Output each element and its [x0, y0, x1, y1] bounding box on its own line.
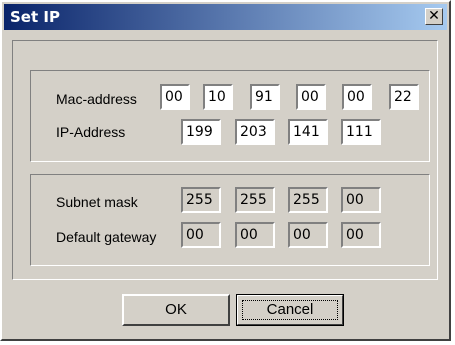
mac-octet-5[interactable]: 00 — [342, 84, 372, 110]
ip-octet-2[interactable]: 203 — [235, 119, 275, 145]
ip-address-label: IP-Address — [56, 124, 126, 140]
gateway-octet-2: 00 — [235, 222, 275, 248]
ok-button[interactable]: OK — [122, 294, 230, 326]
subnet-octet-1: 255 — [181, 187, 221, 213]
ip-octet-1[interactable]: 199 — [181, 119, 221, 145]
subnet-mask-label: Subnet mask — [56, 194, 138, 210]
close-button[interactable]: ✕ — [425, 8, 443, 25]
focus-rectangle — [242, 300, 338, 320]
ip-octet-4[interactable]: 111 — [341, 119, 381, 145]
subnet-octet-2: 255 — [235, 187, 275, 213]
mac-octet-3[interactable]: 91 — [250, 84, 280, 110]
cancel-button[interactable]: Cancel — [236, 294, 344, 326]
mac-octet-4[interactable]: 00 — [296, 84, 326, 110]
mac-octet-1[interactable]: 00 — [160, 84, 190, 110]
title-bar[interactable]: Set IP ✕ — [4, 4, 447, 30]
mac-octet-2[interactable]: 10 — [203, 84, 233, 110]
ok-button-label: OK — [165, 301, 187, 318]
close-icon: ✕ — [428, 8, 440, 24]
ip-octet-3[interactable]: 141 — [288, 119, 328, 145]
gateway-octet-1: 00 — [181, 222, 221, 248]
mac-address-label: Mac-address — [56, 91, 137, 107]
default-gateway-label: Default gateway — [56, 229, 157, 245]
window-title: Set IP — [10, 8, 60, 26]
subnet-octet-4: 00 — [341, 187, 381, 213]
gateway-octet-4: 00 — [341, 222, 381, 248]
subnet-octet-3: 255 — [288, 187, 328, 213]
mac-octet-6[interactable]: 22 — [389, 84, 419, 110]
gateway-octet-3: 00 — [288, 222, 328, 248]
